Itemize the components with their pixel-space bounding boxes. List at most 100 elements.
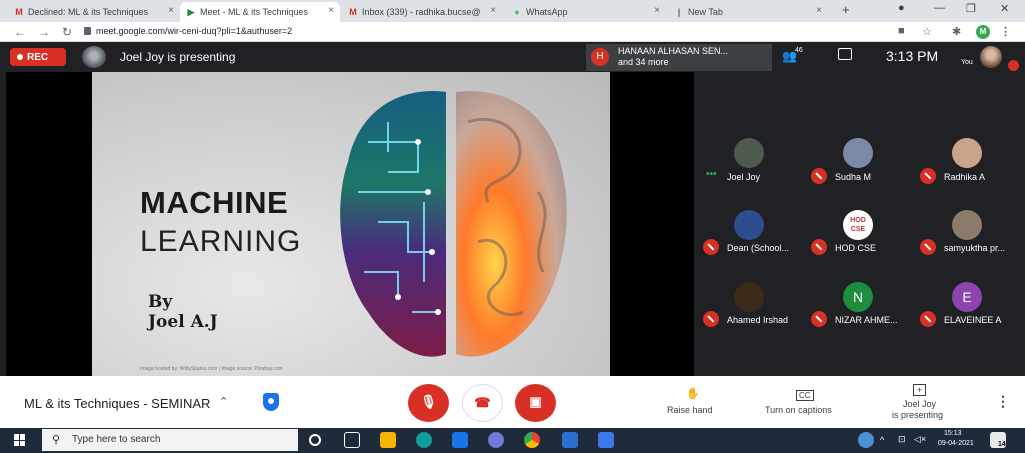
participant-avatar[interactable] — [843, 138, 873, 168]
participant-name: Dean (School... — [727, 243, 790, 253]
new-tab-icon: | — [677, 7, 681, 17]
close-icon[interactable]: × — [816, 5, 822, 16]
brain-illustration — [340, 91, 567, 357]
close-icon[interactable]: × — [654, 5, 660, 16]
participant-name: Radhika A — [944, 172, 986, 182]
extensions-icon[interactable]: ✱ — [952, 25, 961, 38]
slide-title-line2: LEARNING — [140, 225, 302, 258]
participant-name: HOD CSE — [835, 243, 877, 253]
profile-avatar[interactable]: M — [976, 25, 990, 39]
hand-icon[interactable]: ✋ — [686, 387, 700, 400]
slide-title-line1: MACHINE — [140, 185, 289, 220]
camera-toggle-button[interactable]: ▣ — [515, 384, 556, 422]
chat-icon[interactable] — [838, 48, 852, 60]
mic-off-icon — [1008, 60, 1019, 71]
captions-icon[interactable]: CC — [796, 390, 814, 401]
windows-start-icon[interactable] — [14, 434, 26, 446]
participant-avatar[interactable] — [734, 282, 764, 312]
mic-off-icon — [811, 168, 827, 184]
participant-avatar[interactable] — [952, 210, 982, 240]
chrome-icon[interactable] — [524, 432, 540, 448]
cortana-icon[interactable] — [309, 434, 321, 446]
participant-avatar[interactable]: N — [843, 282, 873, 312]
participant-avatar[interactable] — [952, 138, 982, 168]
lock-icon — [84, 27, 91, 35]
taskbar-date[interactable]: 09-04-2021 — [938, 440, 974, 447]
close-icon[interactable]: × — [490, 5, 496, 16]
browser-tab[interactable]: M Declined: ML & its Techniques × — [8, 2, 180, 22]
back-icon[interactable]: ← — [14, 25, 26, 39]
you-label: You — [961, 59, 973, 66]
notification-count: 14 — [998, 441, 1006, 448]
slide-author: Joel A.J — [148, 312, 218, 332]
raise-hand-button[interactable]: Raise hand — [667, 405, 713, 415]
browser-tab-active[interactable]: ▶ Meet - ML & its Techniques × — [180, 2, 340, 22]
app-icon[interactable] — [488, 432, 504, 448]
forward-icon[interactable]: → — [38, 25, 50, 39]
calculator-icon[interactable] — [598, 432, 614, 448]
tab-title: Meet - ML & its Techniques — [200, 7, 309, 17]
leave-call-button[interactable]: ☎ — [462, 384, 503, 422]
close-icon[interactable]: × — [328, 5, 334, 16]
edge-icon[interactable] — [416, 432, 432, 448]
slide-credit: Image hosted by: WittySparks.com | Image… — [140, 366, 283, 372]
camera-off-icon: ▣ — [529, 394, 542, 409]
meet-icon: ▶ — [187, 7, 195, 17]
star-icon[interactable]: ☆ — [922, 25, 932, 38]
record-icon — [17, 54, 23, 60]
url-field[interactable]: meet.google.com/wir-ceni-duq?pli=1&authu… — [96, 26, 292, 36]
dropbox-icon[interactable] — [452, 432, 468, 448]
taskbar-time[interactable]: 15:13 — [944, 430, 962, 437]
participant-name: samyuktha pr... — [944, 243, 1006, 253]
participant-avatar[interactable]: E — [952, 282, 982, 312]
browser-tab[interactable]: | New Tab × — [668, 2, 828, 22]
mic-off-icon — [703, 239, 719, 255]
file-explorer-icon[interactable] — [380, 432, 396, 448]
chevron-up-icon[interactable]: ⌃ — [219, 395, 228, 408]
presenting-title: Joel Joy is presenting — [120, 50, 236, 64]
network-icon[interactable]: ⊡ — [898, 434, 906, 445]
camera-icon[interactable]: ■ — [898, 25, 905, 37]
mic-off-icon — [703, 311, 719, 327]
mic-toggle-button[interactable]: 🎙 — [408, 384, 449, 422]
maximize-icon[interactable]: ❐ — [966, 2, 976, 15]
close-icon[interactable]: × — [168, 5, 174, 16]
participant-name: Sudha M — [835, 172, 872, 182]
self-avatar[interactable] — [980, 46, 1002, 68]
participant-name: NIZAR AHME... — [835, 315, 898, 325]
reload-icon[interactable]: ↻ — [62, 25, 72, 39]
whatsapp-icon: ● — [514, 7, 520, 17]
photos-icon[interactable] — [562, 432, 578, 448]
participant-name: Ahamed Irshad — [727, 315, 789, 325]
volume-icon[interactable]: ◁× — [914, 434, 926, 445]
tab-title: New Tab — [688, 7, 723, 17]
taskbar-search-input[interactable]: Type here to search — [72, 434, 160, 445]
present-icon[interactable]: + — [913, 384, 927, 396]
presenting-status-line2[interactable]: is presenting — [892, 410, 943, 420]
participant-name: Joel Joy — [727, 172, 761, 182]
minimize-icon[interactable]: — — [934, 2, 945, 14]
participant-avatar[interactable] — [734, 210, 764, 240]
new-tab-button[interactable]: + — [842, 2, 850, 17]
presenting-status-line1[interactable]: Joel Joy — [903, 399, 936, 409]
more-options-icon[interactable]: ⋮ — [996, 393, 1010, 410]
raised-hand-text: HANAAN ALHASAN SEN... and 34 more — [618, 46, 728, 68]
rec-badge: REC — [10, 48, 66, 66]
participant-avatar[interactable]: HOD CSE — [843, 210, 873, 240]
raised-hand-avatar: H — [591, 48, 609, 66]
shield-icon[interactable] — [263, 393, 279, 411]
tab-title: Declined: ML & its Techniques — [28, 7, 149, 17]
browser-tab[interactable]: M Inbox (339) - radhika.bucse@ × — [342, 2, 502, 22]
browser-tab[interactable]: ● WhatsApp × — [506, 2, 666, 22]
participant-avatar[interactable] — [734, 138, 764, 168]
captions-button[interactable]: Turn on captions — [765, 405, 832, 415]
chevron-up-icon[interactable]: ^ — [880, 435, 884, 445]
tab-search-icon[interactable]: ● — [898, 2, 905, 14]
meeting-title[interactable]: ML & its Techniques - SEMINAR — [24, 396, 210, 411]
window-close-icon[interactable]: ✕ — [1000, 2, 1009, 15]
task-view-icon[interactable] — [344, 432, 360, 448]
hang-up-icon: ☎ — [474, 395, 491, 410]
people-tray-icon[interactable] — [858, 432, 874, 448]
menu-icon[interactable]: ⋮ — [1000, 25, 1011, 38]
gmail-icon: M — [15, 7, 23, 17]
